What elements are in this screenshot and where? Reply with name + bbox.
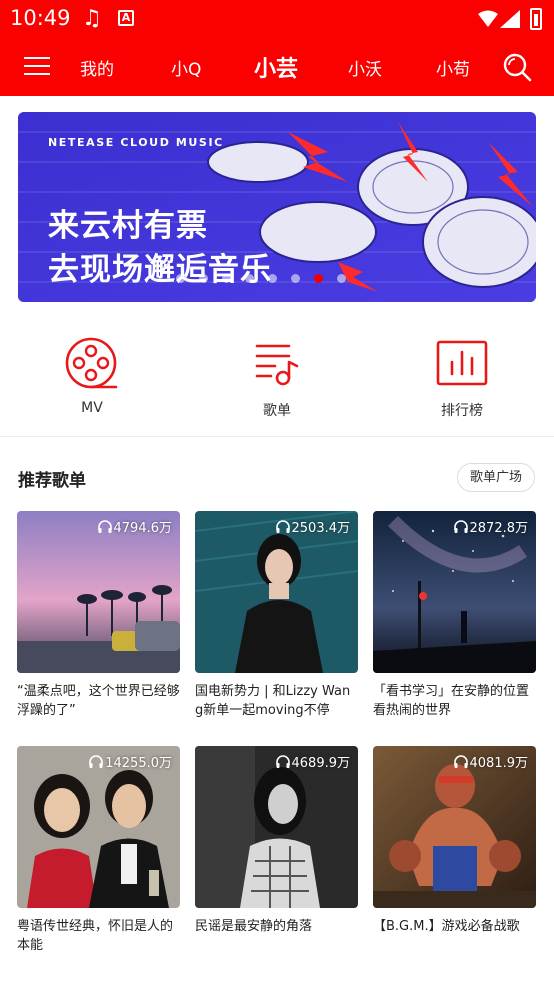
headphones-icon [97, 520, 112, 533]
playlist-card[interactable]: 14255.0万 粤语传世经典，怀旧是人的本能 [17, 746, 180, 955]
playlist-card[interactable]: 4794.6万 “温柔点吧，这个世界已经够浮躁的了” [17, 511, 180, 720]
carousel-dot[interactable] [176, 274, 185, 283]
play-count-value: 4081.9万 [469, 756, 529, 771]
battery-icon [530, 8, 542, 30]
shortcut-mv[interactable]: MV [42, 336, 142, 416]
status-time: 10:49 [10, 6, 71, 30]
headphones-icon [453, 755, 468, 768]
playlist-card[interactable]: 4081.9万 【B.G.M.】游戏必备战歌 [373, 746, 536, 936]
carousel-dot[interactable] [199, 274, 208, 283]
playlist-cover: 2503.4万 [195, 511, 358, 673]
section-title: 推荐歌单 [18, 471, 86, 491]
chart-icon [436, 340, 488, 386]
status-bar: 10:49 ♫ A [0, 0, 554, 38]
tab-xiaowo[interactable]: 小沃 [348, 55, 382, 80]
playlist-title: 「看书学习」在安静的位置看热闹的世界 [373, 684, 530, 718]
carousel-dot[interactable] [268, 274, 277, 283]
carousel-dot[interactable] [245, 274, 254, 283]
play-count-value: 2503.4万 [291, 521, 351, 536]
shortcut-ranking-label: 排行榜 [441, 403, 483, 419]
tab-xiaogou[interactable]: 小苟 [436, 55, 470, 80]
playlist-cover: 14255.0万 [17, 746, 180, 908]
playlist-cover: 4794.6万 [17, 511, 180, 673]
shortcut-playlist-label: 歌单 [263, 403, 291, 419]
shortcut-ranking[interactable]: 排行榜 [412, 336, 512, 420]
headphones-icon [453, 520, 468, 533]
app-notification-icon: A [118, 10, 134, 26]
search-icon[interactable] [502, 52, 532, 82]
banner-headline-1: 来云村有票 [48, 208, 208, 244]
section-divider [0, 436, 554, 437]
headphones-icon [275, 520, 290, 533]
playlist-icon [255, 344, 299, 386]
shortcut-mv-label: MV [81, 400, 103, 416]
play-count: 4794.6万 [97, 517, 173, 536]
playlist-cover: 2872.8万 [373, 511, 536, 673]
playlist-title: “温柔点吧，这个世界已经够浮躁的了” [17, 684, 180, 718]
film-reel-icon [65, 337, 118, 389]
carousel-dot[interactable] [337, 274, 346, 283]
play-count-value: 4689.9万 [291, 756, 351, 771]
signal-icon [500, 10, 520, 28]
carousel-dot[interactable] [222, 274, 231, 283]
tab-xiaoyun[interactable]: 小芸 [254, 51, 298, 83]
headphones-icon [275, 755, 290, 768]
play-count: 14255.0万 [89, 752, 172, 771]
playlist-title: 民谣是最安静的角落 [195, 919, 313, 934]
menu-icon[interactable] [24, 55, 50, 77]
music-note-icon: ♫ [82, 6, 102, 31]
top-bar: 10:49 ♫ A 我的 小Q 小芸 小沃 小苟 [0, 0, 554, 96]
playlist-card[interactable]: 2503.4万 国电新势力 | 和Lizzy Wang新单一起moving不停 [195, 511, 358, 720]
playlist-title: 国电新势力 | 和Lizzy Wang新单一起moving不停 [195, 684, 351, 718]
wifi-icon [478, 10, 498, 27]
play-count-value: 2872.8万 [469, 521, 529, 536]
play-count: 4081.9万 [453, 752, 529, 771]
carousel-dot[interactable] [291, 274, 300, 283]
play-count: 4689.9万 [275, 752, 351, 771]
playlist-title: 【B.G.M.】游戏必备战歌 [373, 919, 520, 934]
playlist-title: 粤语传世经典，怀旧是人的本能 [17, 919, 174, 953]
play-count-value: 14255.0万 [105, 756, 172, 771]
banner-brand: NETEASE CLOUD MUSIC [48, 136, 224, 149]
toolbar: 我的 小Q 小芸 小沃 小苟 [0, 38, 554, 96]
playlist-cover: 4689.9万 [195, 746, 358, 908]
tab-mine[interactable]: 我的 [80, 55, 114, 80]
play-count: 2503.4万 [275, 517, 351, 536]
tab-xiaoq[interactable]: 小Q [171, 55, 201, 80]
carousel-dot[interactable] [314, 274, 323, 283]
playlist-plaza-button[interactable]: 歌单广场 [457, 463, 535, 492]
playlist-cover: 4081.9万 [373, 746, 536, 908]
headphones-icon [89, 755, 104, 768]
playlist-card[interactable]: 2872.8万 「看书学习」在安静的位置看热闹的世界 [373, 511, 536, 720]
banner-carousel[interactable]: NETEASE CLOUD MUSIC 来云村有票 去现场邂逅音乐 [18, 112, 536, 302]
playlist-card[interactable]: 4689.9万 民谣是最安静的角落 [195, 746, 358, 936]
play-count: 2872.8万 [453, 517, 529, 536]
play-count-value: 4794.6万 [113, 521, 173, 536]
banner-headline-2: 去现场邂逅音乐 [48, 252, 272, 288]
shortcut-playlist[interactable]: 歌单 [227, 336, 327, 420]
